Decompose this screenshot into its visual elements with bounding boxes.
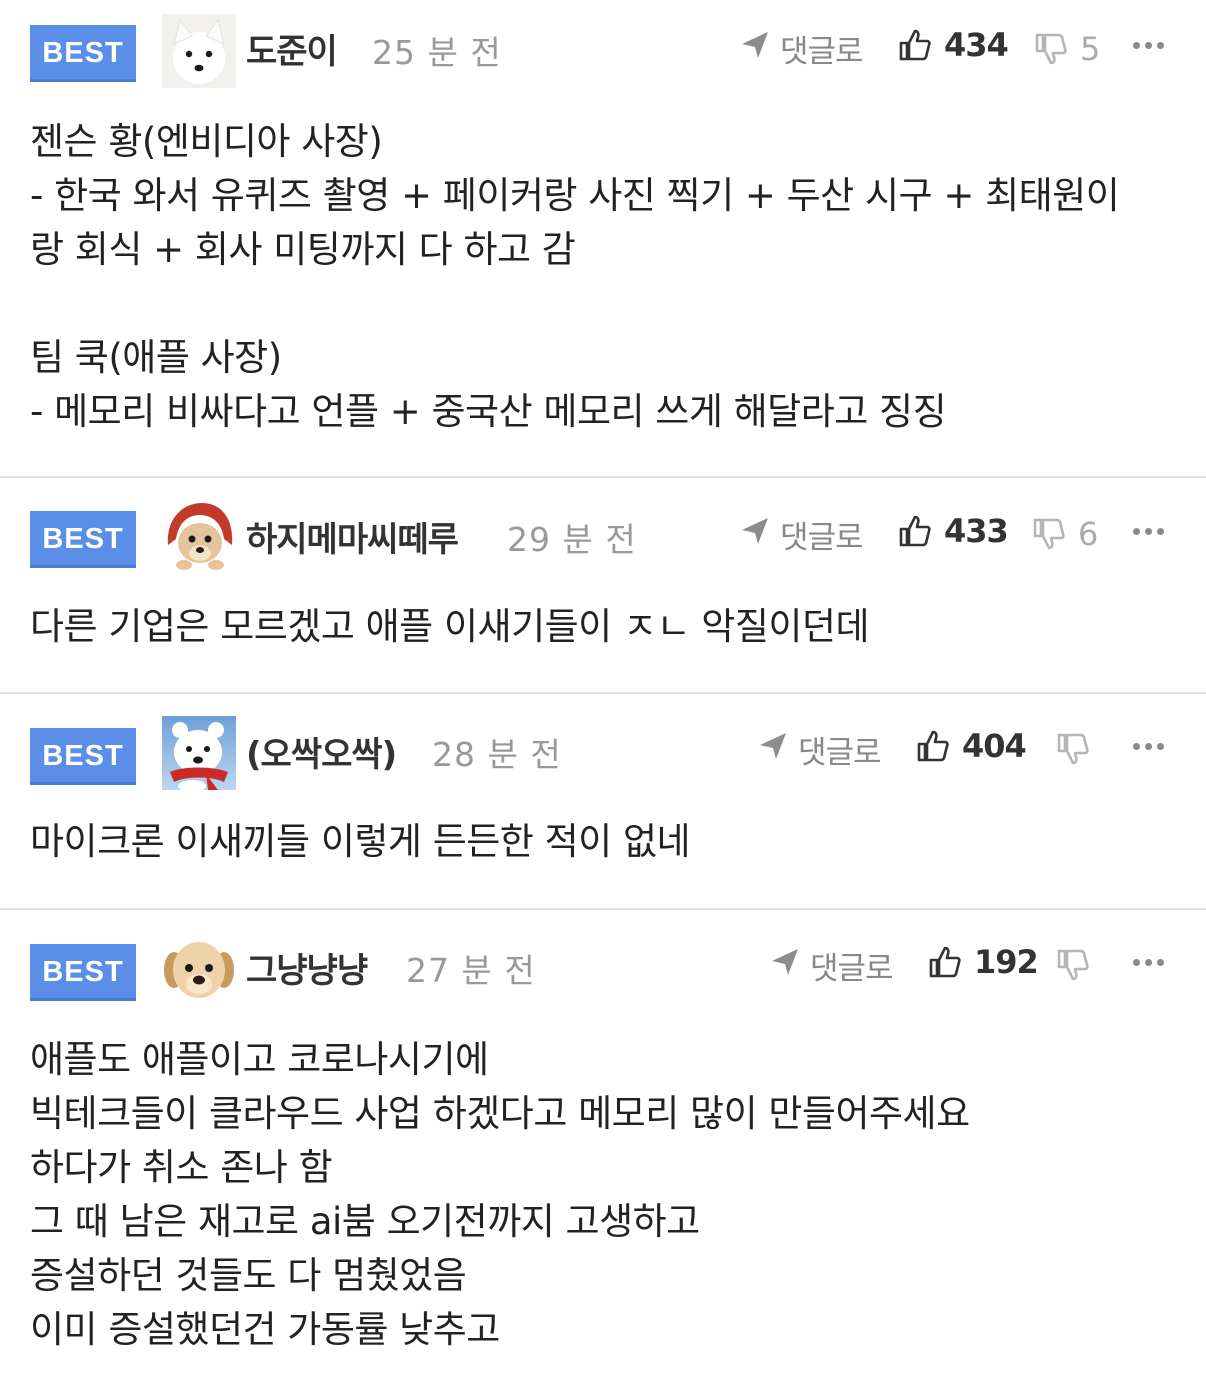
thumbs-up-icon: [899, 515, 931, 547]
like-count: 433: [944, 512, 1009, 550]
comment-line: - 메모리 비싸다고 언플 + 중국산 메모리 쓰게 해달라고 징징: [30, 390, 947, 433]
more-options-icon[interactable]: [1133, 957, 1165, 967]
more-options-icon[interactable]: [1133, 40, 1165, 50]
comment-header: BEST (오싹오싹) 28 분 전 댓글로 404: [0, 694, 1206, 804]
like-count: 434: [944, 26, 1009, 64]
timestamp: 27 분 전: [406, 951, 536, 990]
thumbs-up-icon: [899, 29, 931, 61]
thumbs-down-icon: [1035, 33, 1067, 65]
comment-line: 증설하던 것들도 다 멈췄었음: [30, 1254, 467, 1297]
thumbs-down-icon: [1057, 733, 1089, 765]
comment-item: BEST 하지메마씨떼루 29 분 전 댓글로 433 6 다른 기업은 모르겠…: [0, 479, 1206, 693]
comment-item: BEST 그냥냥냥 27 분 전 댓글로 192 애플도 애플이고 코로나시기에…: [0, 910, 1206, 1377]
like-count: 404: [962, 727, 1027, 765]
comment-header: BEST 하지메마씨떼루 29 분 전 댓글로 433 6: [0, 479, 1206, 589]
reply-label: 댓글로: [780, 34, 864, 70]
comment-item: BEST (오싹오싹) 28 분 전 댓글로 404 마이크론 이새끼들 이렇게…: [0, 694, 1206, 909]
reply-arrow-icon: [742, 518, 768, 544]
comment-line: - 한국 와서 유퀴즈 촬영 + 페이커랑 사진 찍기 + 두산 시구 + 최태…: [30, 174, 1120, 217]
golden-puppy-avatar-icon[interactable]: [162, 932, 236, 1006]
reply-label: 댓글로: [780, 520, 864, 556]
comment-item: BEST 도준이 25 분 전 댓글로 434 5 젠슨 황(엔비디아 사장) …: [0, 0, 1206, 477]
comment-line: [30, 277, 1180, 331]
comment-line: 그 때 남은 재고로 ai붐 오기전까지 고생하고: [30, 1200, 700, 1243]
reply-arrow-icon: [742, 32, 768, 58]
more-options-icon[interactable]: [1133, 741, 1165, 751]
reply-arrow-icon: [760, 733, 786, 759]
comment-line: 이미 증설했던건 가동률 낮추고: [30, 1308, 500, 1351]
best-badge: BEST: [30, 728, 136, 785]
more-options-icon[interactable]: [1133, 526, 1165, 536]
comment-text: 애플도 애플이고 코로나시기에 빅테크들이 클라우드 사업 하겠다고 메모리 많…: [30, 1033, 1180, 1357]
white-dog-avatar-icon[interactable]: [162, 14, 236, 88]
comment-line: 젠슨 황(엔비디아 사장): [30, 120, 383, 163]
timestamp: 28 분 전: [432, 735, 562, 774]
comment-line: 랑 회식 + 회사 미팅까지 다 하고 감: [30, 228, 576, 271]
dislike-count: 6: [1078, 515, 1099, 553]
nickname[interactable]: (오싹오싹): [246, 727, 397, 776]
timestamp: 29 분 전: [507, 520, 637, 559]
nickname[interactable]: 하지메마씨떼루: [246, 512, 459, 561]
best-badge: BEST: [30, 511, 136, 568]
comment-text: 다른 기업은 모르겠고 애플 이새기들이 ㅈㄴ 악질이던데: [30, 600, 1180, 654]
reply-label: 댓글로: [798, 735, 882, 771]
comment-text: 마이크론 이새끼들 이렇게 든든한 적이 없네: [30, 815, 1180, 869]
nickname[interactable]: 그냥냥냥: [246, 943, 368, 992]
best-badge: BEST: [30, 944, 136, 1001]
comment-line: 빅테크들이 클라우드 사업 하겠다고 메모리 많이 만들어주세요: [30, 1092, 970, 1135]
comment-line: 다른 기업은 모르겠고 애플 이새기들이 ㅈㄴ 악질이던데: [30, 605, 870, 648]
comment-line: 애플도 애플이고 코로나시기에: [30, 1038, 489, 1081]
comment-divider: [0, 476, 1206, 478]
comment-line: 하다가 취소 존나 함: [30, 1146, 333, 1189]
comment-header: BEST 도준이 25 분 전 댓글로 434 5: [0, 0, 1206, 110]
polar-bear-avatar-icon[interactable]: [162, 716, 236, 790]
nickname[interactable]: 도준이: [246, 24, 338, 73]
thumbs-down-icon: [1057, 949, 1089, 981]
comment-line: 마이크론 이새끼들 이렇게 든든한 적이 없네: [30, 820, 691, 863]
thumbs-up-icon: [917, 730, 949, 762]
best-badge: BEST: [30, 25, 136, 82]
thumbs-up-icon: [929, 946, 961, 978]
like-count: 192: [974, 943, 1039, 981]
comment-header: BEST 그냥냥냥 27 분 전 댓글로 192: [0, 910, 1206, 1020]
thumbs-down-icon: [1033, 518, 1065, 550]
comment-line: 팀 쿡(애플 사장): [30, 336, 282, 379]
dislike-count: 5: [1080, 30, 1101, 68]
reply-label: 댓글로: [810, 951, 894, 987]
comment-text: 젠슨 황(엔비디아 사장) - 한국 와서 유퀴즈 촬영 + 페이커랑 사진 찍…: [30, 115, 1180, 439]
timestamp: 25 분 전: [372, 33, 502, 72]
reply-arrow-icon: [772, 949, 798, 975]
puppy-red-hood-avatar-icon[interactable]: [162, 499, 236, 573]
